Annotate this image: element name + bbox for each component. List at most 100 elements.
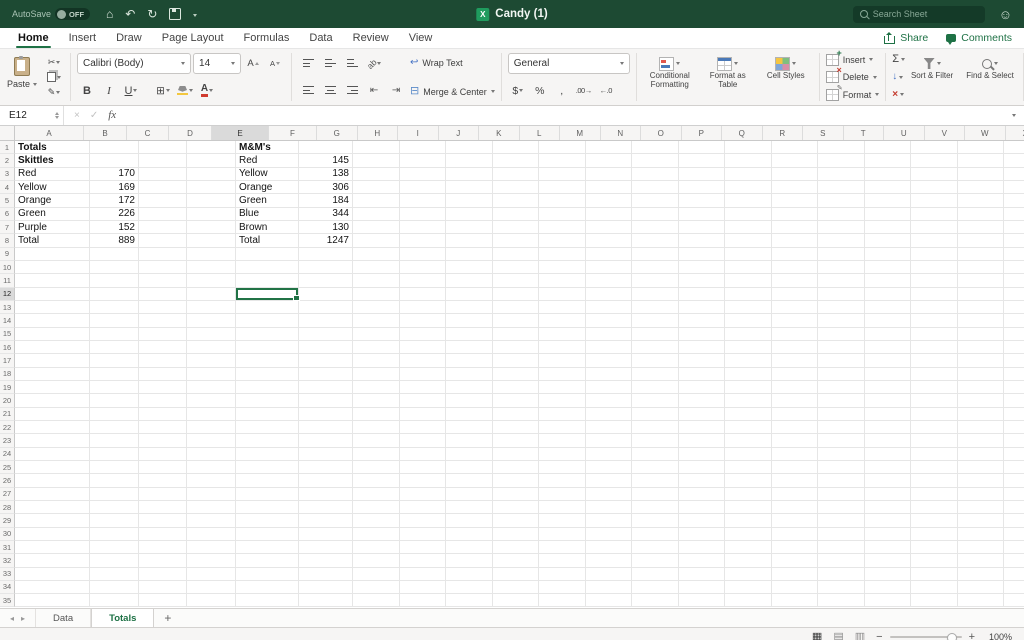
cell-J4[interactable]: [492, 180, 539, 195]
cell-T4[interactable]: [957, 180, 1004, 195]
cell-Q32[interactable]: [818, 554, 865, 568]
cell-Q24[interactable]: [818, 447, 865, 461]
cell-I6[interactable]: [446, 207, 493, 221]
cell-Q7[interactable]: [818, 220, 865, 235]
cell-I1[interactable]: [446, 141, 493, 155]
cell-T6[interactable]: [957, 207, 1004, 221]
cell-O34[interactable]: [725, 580, 772, 595]
cell-J18[interactable]: [492, 367, 539, 381]
cell-K18[interactable]: [539, 367, 586, 381]
cell-N8[interactable]: [678, 234, 725, 248]
cell-P26[interactable]: [771, 474, 818, 488]
cell-M6[interactable]: [632, 207, 679, 221]
cell-O13[interactable]: [725, 300, 772, 315]
cell-H22[interactable]: [399, 420, 446, 435]
cell-F1[interactable]: [299, 141, 353, 155]
zoom-out-button[interactable]: −: [876, 631, 882, 640]
cell-T11[interactable]: [957, 274, 1004, 288]
cell-H26[interactable]: [399, 474, 446, 488]
cell-S2[interactable]: [911, 154, 958, 168]
cell-S34[interactable]: [911, 580, 958, 595]
cell-I21[interactable]: [446, 407, 493, 421]
cell-U34[interactable]: [1004, 581, 1024, 595]
cell-J24[interactable]: [492, 447, 539, 461]
cell-O27[interactable]: [725, 487, 772, 501]
cell-I7[interactable]: [446, 220, 493, 235]
tab-data[interactable]: Data: [299, 28, 342, 48]
cell-E12[interactable]: [236, 287, 300, 302]
name-box-stepper[interactable]: [55, 111, 59, 120]
cell-R10[interactable]: [864, 260, 911, 275]
cell-O8[interactable]: [725, 234, 772, 248]
cell-N23[interactable]: [678, 434, 725, 448]
cell-N31[interactable]: [678, 540, 725, 555]
cell-C27[interactable]: [139, 487, 187, 501]
page-break-view-icon[interactable]: ▥: [855, 631, 865, 640]
cell-L6[interactable]: [585, 207, 632, 221]
cell-F10[interactable]: [299, 260, 353, 275]
cell-M14[interactable]: [632, 314, 679, 328]
cell-P2[interactable]: [771, 154, 818, 168]
cell-T23[interactable]: [957, 434, 1004, 448]
chevron-down-icon[interactable]: [193, 10, 198, 19]
cell-E10[interactable]: [236, 260, 299, 275]
cell-O25[interactable]: [725, 460, 772, 475]
cell-K25[interactable]: [539, 460, 586, 475]
cell-T1[interactable]: [957, 141, 1004, 155]
cell-F28[interactable]: [299, 500, 353, 515]
cell-G20[interactable]: [353, 394, 400, 408]
cell-G7[interactable]: [353, 220, 400, 235]
cell-B4[interactable]: 169: [90, 180, 139, 195]
cell-P31[interactable]: [771, 540, 818, 555]
cell-A20[interactable]: [15, 394, 90, 408]
cell-D32[interactable]: [187, 554, 236, 568]
cell-Q6[interactable]: [818, 207, 865, 221]
cell-L31[interactable]: [585, 540, 632, 555]
cell-J16[interactable]: [492, 340, 539, 355]
cell-U9[interactable]: [1004, 248, 1024, 261]
cell-K19[interactable]: [539, 380, 586, 395]
cell-L5[interactable]: [585, 194, 632, 208]
cell-F22[interactable]: [299, 420, 353, 435]
cell-I5[interactable]: [446, 194, 493, 208]
zoom-percentage[interactable]: 100%: [986, 632, 1012, 640]
cell-U32[interactable]: [1004, 554, 1024, 568]
cell-L34[interactable]: [585, 580, 632, 595]
cell-P4[interactable]: [771, 180, 818, 195]
cell-D2[interactable]: [187, 154, 236, 168]
row-header-11[interactable]: 11: [0, 274, 15, 288]
cell-K5[interactable]: [539, 194, 586, 208]
row-header-28[interactable]: 28: [0, 500, 15, 515]
cell-O1[interactable]: [725, 141, 772, 155]
cell-L8[interactable]: [585, 234, 632, 248]
cell-R17[interactable]: [864, 354, 911, 368]
cell-I15[interactable]: [446, 327, 493, 341]
cell-M9[interactable]: [632, 247, 679, 261]
cell-K31[interactable]: [539, 540, 586, 555]
cell-E20[interactable]: [236, 394, 299, 408]
column-header-R[interactable]: R: [763, 126, 803, 140]
cell-A28[interactable]: [15, 500, 90, 515]
column-header-P[interactable]: P: [682, 126, 722, 140]
cell-O10[interactable]: [725, 260, 772, 275]
cell-A31[interactable]: [15, 540, 90, 555]
cell-E33[interactable]: [236, 567, 299, 581]
column-header-X[interactable]: X: [1006, 126, 1024, 140]
cell-C25[interactable]: [139, 460, 187, 475]
cell-D22[interactable]: [187, 420, 236, 435]
cell-E15[interactable]: [236, 327, 299, 341]
cell-T5[interactable]: [957, 194, 1004, 208]
cell-I12[interactable]: [446, 287, 493, 301]
cell-R4[interactable]: [864, 180, 911, 195]
search-input[interactable]: Search Sheet: [852, 5, 985, 23]
cell-T26[interactable]: [957, 474, 1004, 488]
cell-E9[interactable]: [236, 247, 299, 261]
cell-I11[interactable]: [446, 274, 493, 288]
cell-E35[interactable]: [236, 594, 299, 608]
row-header-20[interactable]: 20: [0, 394, 15, 408]
cell-H32[interactable]: [399, 554, 446, 568]
cell-T27[interactable]: [957, 487, 1004, 501]
cell-H1[interactable]: [399, 141, 446, 155]
row-header-16[interactable]: 16: [0, 340, 15, 355]
cell-K29[interactable]: [539, 514, 586, 528]
